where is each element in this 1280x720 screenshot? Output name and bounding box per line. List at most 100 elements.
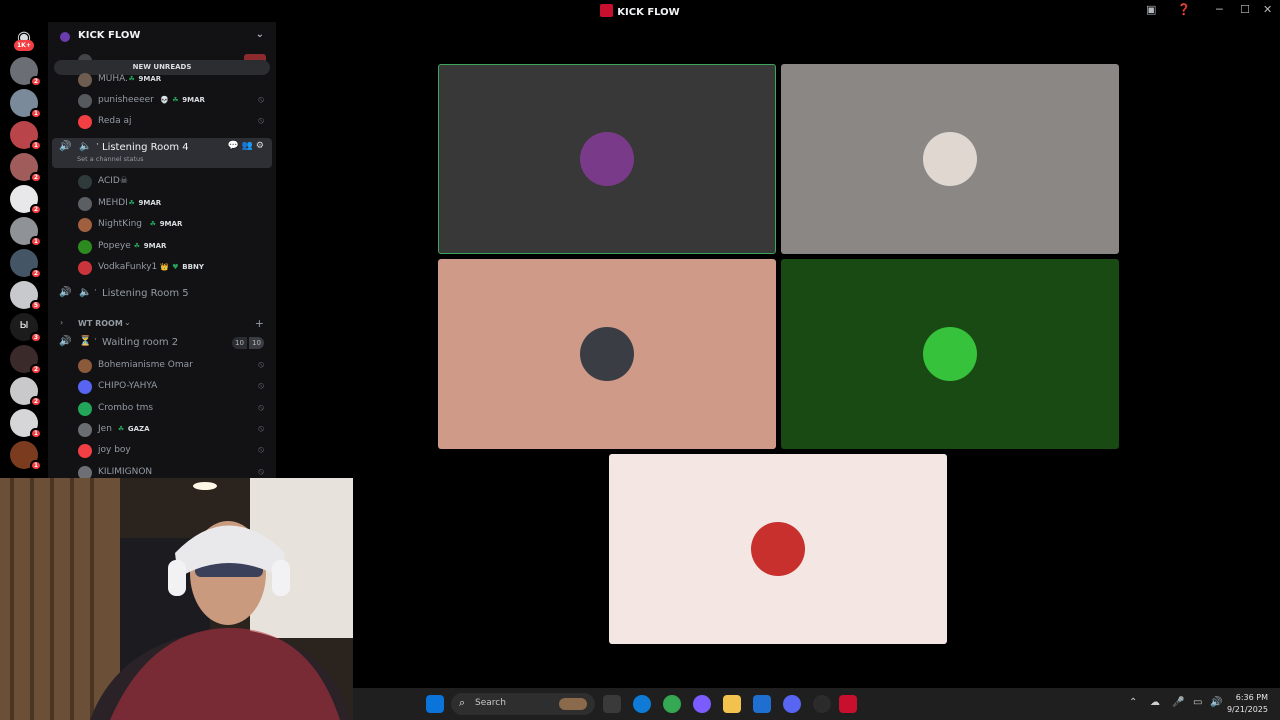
server-icon[interactable]: 2 — [10, 377, 42, 407]
discord-icon[interactable] — [783, 695, 801, 713]
member-name: VodkaFunky1 — [98, 262, 158, 272]
member-name: Bohemianisme Omar — [98, 360, 193, 370]
create-channel-icon[interactable]: + — [255, 317, 264, 330]
member-name: Popeye — [98, 240, 131, 251]
help-icon[interactable]: ❓ — [1177, 3, 1191, 16]
taskbar-search[interactable]: ⌕ Search — [451, 693, 595, 715]
unread-badge: 2 — [29, 396, 42, 407]
participant-tile[interactable] — [438, 259, 776, 449]
obs-icon[interactable] — [813, 695, 831, 713]
participant-tile[interactable] — [438, 64, 776, 254]
deafened-icon: ⦸ — [258, 466, 264, 477]
deafened-icon: ⦸ — [258, 445, 264, 456]
voice-member[interactable]: NightKing ☘ 9MAR — [48, 215, 276, 235]
server-icon[interactable]: 1 — [10, 217, 42, 247]
server-icon[interactable]: 2 — [10, 185, 42, 215]
voice-member[interactable]: MEHDI ☘ 9MAR — [48, 194, 276, 214]
guild-tag-icon: ♥ — [172, 263, 179, 271]
minimize-button[interactable]: ─ — [1216, 3, 1223, 16]
status-emoji: 💀 — [160, 96, 170, 104]
clock-date: 9/21/2025 — [1226, 705, 1268, 714]
voice-member[interactable]: Bohemianisme Omar ⦸ — [48, 356, 276, 376]
voice-member[interactable]: MUHA. ☘ 9MAR — [48, 70, 276, 90]
server-icon[interactable]: 1 — [10, 89, 42, 119]
avatar — [78, 380, 92, 395]
participant-tile[interactable] — [781, 64, 1119, 254]
edge-icon[interactable] — [633, 695, 651, 713]
voice-member[interactable]: joy boy ⦸ — [48, 441, 276, 461]
server-icon[interactable]: 2 — [10, 57, 42, 87]
network-icon[interactable]: ▭ — [1193, 697, 1202, 708]
participant-avatar — [923, 327, 977, 381]
voice-member[interactable]: punisheeeer 💀 ☘ 9MAR ⦸ — [48, 91, 276, 111]
status-emoji: 👑 — [160, 263, 170, 271]
close-button[interactable]: ✕ — [1263, 3, 1272, 16]
participant-tile[interactable] — [609, 454, 947, 644]
server-icon[interactable]: 2 — [10, 153, 42, 183]
voice-channel-listening-room-5[interactable]: 🔊 🔈 · Listening Room 5 — [48, 284, 276, 304]
server-icon[interactable]: 1 — [10, 121, 42, 151]
guild-tag-icon: ☘ — [128, 75, 135, 83]
voice-member[interactable]: Reda aj ⦸ — [48, 112, 276, 132]
voice-member[interactable]: Popeye ☘ 9MAR — [48, 237, 276, 257]
voice-channel-listening-room-4[interactable]: 🔊 🔈 · Listening Room 4 Set a channel sta… — [52, 138, 272, 168]
kick-flow-icon[interactable] — [839, 695, 857, 713]
guild-tag: 9MAR — [159, 220, 183, 228]
invite-icon[interactable]: 👥 — [242, 141, 256, 151]
voice-member[interactable]: VodkaFunky1 👑 ♥ BBNY — [48, 258, 276, 278]
guild-tag: GAZA — [127, 424, 150, 433]
server-icon[interactable]: 2 — [10, 249, 42, 279]
speaker-icon[interactable]: 🔊 — [59, 336, 71, 347]
file-explorer-icon[interactable] — [723, 695, 741, 713]
voice-member[interactable]: Crombo tms ⦸ — [48, 399, 276, 419]
category-wt-room[interactable]: › WT ROOM ⌄ + — [48, 314, 276, 334]
voice-member[interactable]: CHIPO-YAHYA ⦸ — [48, 377, 276, 397]
volume-icon: 🔈 — [79, 287, 92, 298]
system-clock[interactable]: 6:36 PM 9/21/2025 — [1227, 692, 1268, 716]
server-icon[interactable]: 2 — [10, 345, 42, 375]
title-bar: KICK FLOW ▣ ❓ ─ ☐ ✕ — [0, 0, 1280, 22]
server-list: ◉ 1K+ 21122125Ы32211 — [0, 22, 48, 480]
chevron-up-icon[interactable]: ⌃ — [1129, 697, 1137, 708]
guild-tag: 9MAR — [138, 198, 162, 207]
channel-status[interactable]: Set a channel status — [77, 155, 144, 163]
gear-icon[interactable]: ⚙ — [256, 141, 267, 151]
server-icon[interactable]: 1 — [10, 441, 42, 471]
guild-tag-icon: ☘ — [128, 198, 135, 207]
deafened-icon: ⦸ — [258, 402, 264, 413]
member-name: joy boy — [98, 445, 131, 456]
guild-header[interactable]: KICK FLOW ⌄ — [48, 22, 276, 52]
speaker-icon[interactable]: 🔊 — [59, 287, 71, 298]
server-icon[interactable]: Ы3 — [10, 313, 42, 343]
guild-tag-icon: ☘ — [172, 96, 179, 104]
voice-member[interactable]: ACID☠ — [48, 172, 276, 192]
start-button[interactable] — [426, 695, 444, 713]
avatar — [78, 261, 92, 275]
voice-member[interactable]: Jen ☘ GAZA ⦸ — [48, 420, 276, 440]
chevron-down-icon[interactable]: ⌄ — [256, 29, 264, 40]
copilot-icon[interactable] — [693, 695, 711, 713]
member-name: Crombo tms — [98, 402, 154, 413]
home-unread-badge: 1K+ — [14, 40, 34, 51]
streamer-webcam — [0, 478, 353, 720]
inbox-icon[interactable]: ▣ — [1146, 3, 1156, 16]
voice-channel-waiting-room-2[interactable]: 🔊 ⏳ · Waiting room 2 10 10 — [48, 333, 276, 353]
user-limit: 10 — [249, 337, 264, 349]
member-name: CHIPO-YAHYA — [98, 381, 158, 392]
volume-icon[interactable]: 🔊 — [1210, 697, 1222, 708]
microphone-icon[interactable]: 🎤 — [1172, 697, 1184, 708]
guild-tag: BBNY — [182, 263, 204, 271]
task-view-icon[interactable] — [603, 695, 621, 713]
server-icon[interactable]: 1 — [10, 409, 42, 439]
maximize-button[interactable]: ☐ — [1240, 3, 1250, 16]
member-name: Jen — [98, 423, 112, 434]
participant-tile[interactable] — [781, 259, 1119, 449]
chrome-icon[interactable] — [663, 695, 681, 713]
store-icon[interactable] — [753, 695, 771, 713]
chevron-down-icon: ⌄ — [124, 318, 131, 327]
guild-tag: 9MAR — [143, 241, 167, 250]
speaker-icon[interactable]: 🔊 — [59, 141, 71, 152]
chat-icon[interactable]: 💬 — [227, 141, 241, 151]
server-icon[interactable]: 5 — [10, 281, 42, 311]
cloud-icon[interactable]: ☁ — [1150, 697, 1160, 708]
